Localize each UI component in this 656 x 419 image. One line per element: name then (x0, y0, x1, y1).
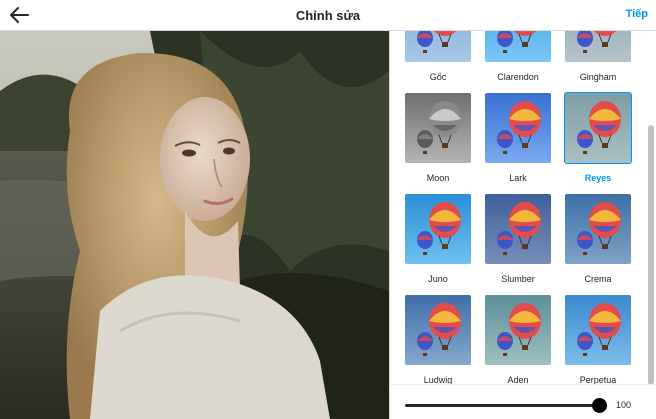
back-arrow-icon[interactable] (8, 4, 32, 26)
filter-scrollbar[interactable] (647, 35, 655, 385)
top-bar: Chỉnh sửa Tiếp (0, 0, 656, 31)
filter-reyes[interactable]: Reyes (564, 92, 632, 184)
filter-ludwig[interactable]: Ludwig (405, 295, 471, 386)
filter-thumbnail (405, 93, 471, 163)
filter-thumbnail (405, 194, 471, 264)
filter-thumbnail (565, 194, 631, 264)
filter-label: Moon (426, 173, 450, 183)
filter-aden[interactable]: Aden (485, 295, 551, 386)
filter-thumbnail (405, 31, 471, 62)
filter-thumbnail (565, 31, 631, 62)
filter-label: Clarendon (497, 72, 539, 82)
filter-label: Reyes (584, 173, 612, 183)
intensity-slider-knob[interactable] (592, 398, 607, 413)
filter-perpetua[interactable]: Perpetua (565, 295, 631, 386)
filter-thumbnail (485, 31, 551, 62)
scrollbar-thumb[interactable] (648, 125, 654, 385)
filter-label: Gingham (579, 72, 617, 82)
intensity-value: 100 (616, 400, 632, 410)
intensity-slider-track[interactable] (405, 404, 601, 407)
filter-g-c[interactable]: Gốc (405, 31, 471, 83)
filter-label: Gốc (429, 72, 447, 82)
filter-lark[interactable]: Lark (485, 93, 551, 184)
filter-gingham[interactable]: Gingham (565, 31, 631, 83)
filter-label: Slumber (501, 274, 535, 284)
filter-label: Lark (509, 173, 527, 183)
page-title: Chỉnh sửa (295, 7, 361, 23)
portrait-photo (0, 31, 389, 419)
filter-moon[interactable]: Moon (405, 93, 471, 184)
filter-label: Crema (584, 274, 612, 284)
intensity-slider-row: 100 (390, 384, 656, 419)
photo-preview (0, 31, 389, 419)
filter-crema[interactable]: Crema (565, 194, 631, 285)
filter-thumbnail (485, 194, 551, 264)
filter-thumbnail (485, 295, 551, 365)
filter-thumbnail (565, 295, 631, 365)
filter-thumbnail (485, 93, 551, 163)
filter-thumbnail (564, 92, 632, 164)
filter-thumbnail (405, 295, 471, 365)
filter-panel: Gốc Clarendon Gingham Moon Lark Reyes Juno Slum… (389, 31, 656, 419)
filter-slumber[interactable]: Slumber (485, 194, 551, 285)
next-button[interactable]: Tiếp (626, 8, 648, 20)
filter-label: Juno (428, 274, 448, 284)
filter-clarendon[interactable]: Clarendon (485, 31, 551, 83)
filter-juno[interactable]: Juno (405, 194, 471, 285)
